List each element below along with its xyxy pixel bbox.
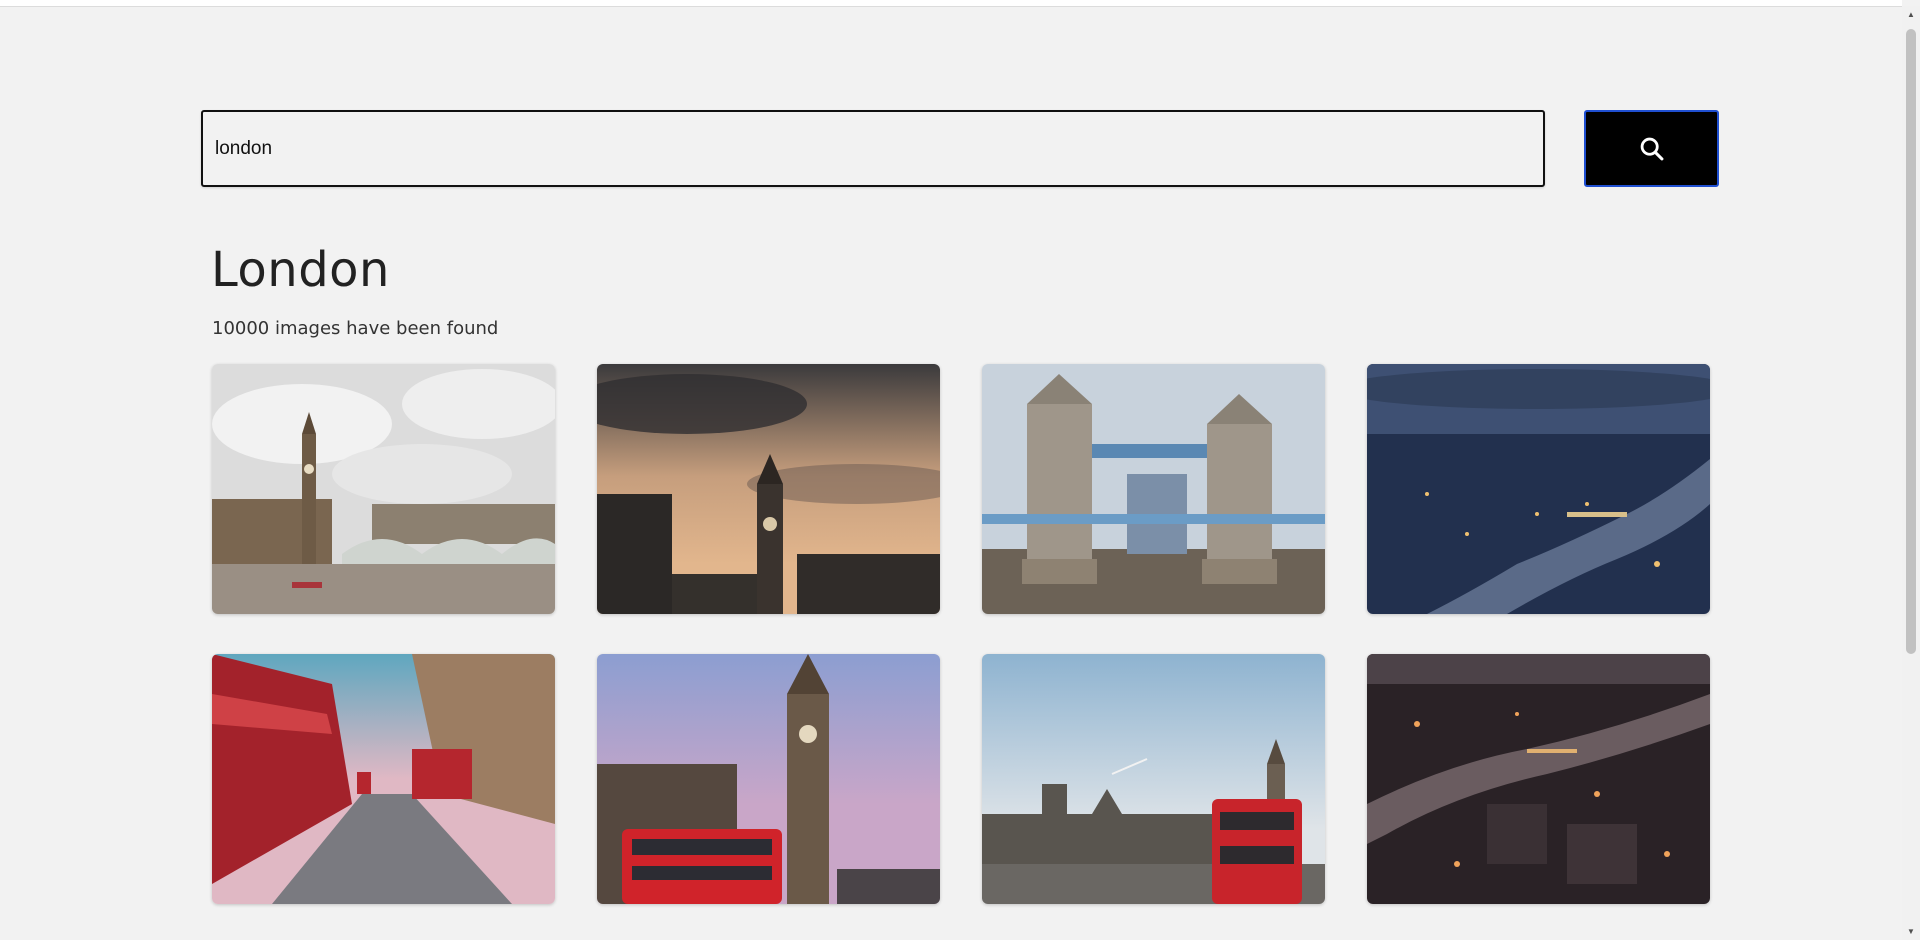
red-bus-street-icon xyxy=(212,654,555,904)
image-card[interactable] xyxy=(1367,364,1710,614)
image-card[interactable] xyxy=(212,364,555,614)
image-card[interactable] xyxy=(982,364,1325,614)
aerial-city-night-icon xyxy=(1367,654,1710,904)
image-card[interactable] xyxy=(597,364,940,614)
scroll-up-icon[interactable]: ▲ xyxy=(1902,6,1920,23)
image-card[interactable] xyxy=(982,654,1325,904)
search-input[interactable] xyxy=(201,110,1545,187)
aerial-thames-night-icon xyxy=(1367,364,1710,614)
image-grid xyxy=(212,364,1710,904)
image-card[interactable] xyxy=(1367,654,1710,904)
big-ben-red-bus-icon xyxy=(597,654,940,904)
tower-bridge-icon xyxy=(982,364,1325,614)
search-icon xyxy=(1640,137,1663,160)
scroll-down-icon[interactable]: ▼ xyxy=(1902,923,1920,940)
parliament-red-bus-icon xyxy=(982,654,1325,904)
image-card[interactable] xyxy=(597,654,940,904)
browser-top-edge xyxy=(0,0,1902,7)
page-title: London xyxy=(211,242,390,298)
image-card[interactable] xyxy=(212,654,555,904)
scrollbar-thumb[interactable] xyxy=(1906,29,1916,654)
vertical-scrollbar[interactable]: ▲ ▼ xyxy=(1902,6,1920,940)
westminster-bridge-big-ben-icon xyxy=(212,364,555,614)
search-button[interactable] xyxy=(1584,110,1719,187)
big-ben-sunset-icon xyxy=(597,364,940,614)
result-count: 10000 images have been found xyxy=(212,318,499,339)
